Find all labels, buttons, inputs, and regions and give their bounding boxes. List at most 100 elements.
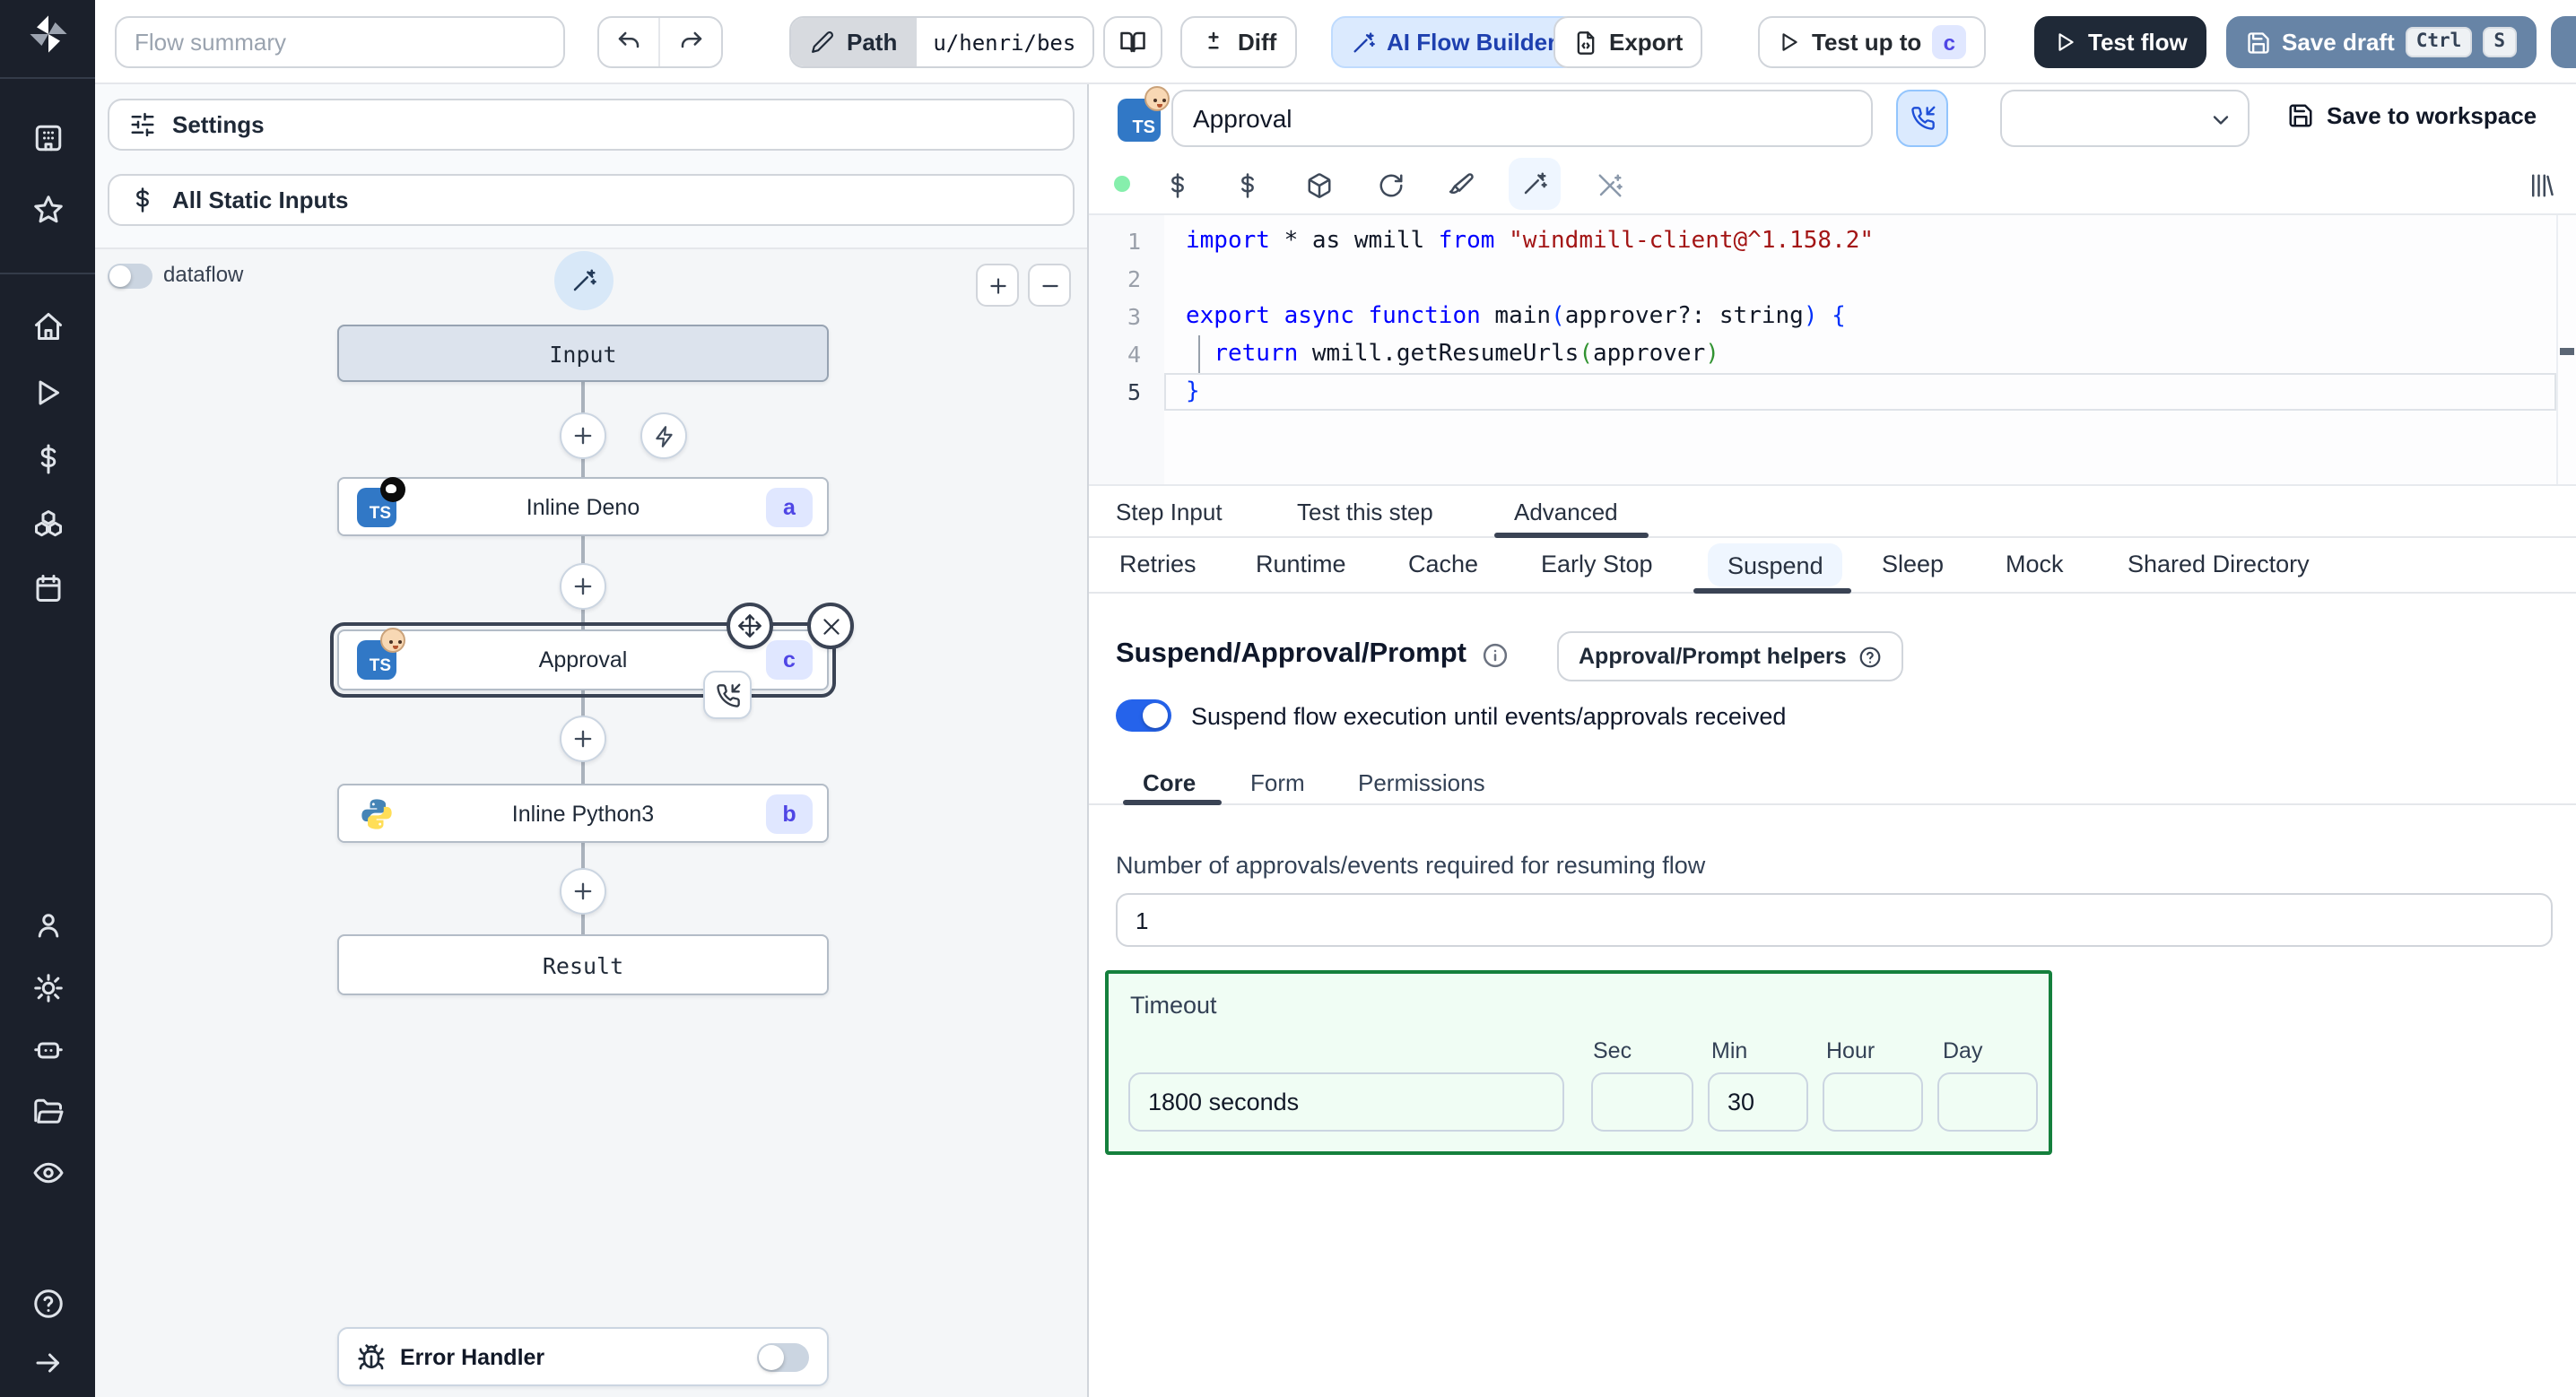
zoom-out-button[interactable] (1028, 264, 1071, 307)
test-up-to-step-badge: c (1932, 25, 1967, 59)
info-icon[interactable] (1481, 641, 1508, 668)
flow-node-result[interactable]: Result (337, 934, 829, 995)
flow-node-inline-deno[interactable]: TS Inline Deno a (337, 476, 829, 536)
timeout-fieldset: Timeout Sec Min Hour Day (1105, 970, 2052, 1155)
tab-permissions[interactable]: Permissions (1358, 769, 1485, 796)
ai-graph-wand-button[interactable] (554, 251, 614, 310)
ai-flow-builder-button[interactable]: AI Flow Builder (1331, 16, 1577, 68)
save-to-workspace-button[interactable]: Save to workspace (2287, 102, 2537, 129)
code-line[interactable]: 2 (1089, 260, 2556, 298)
timeout-sec-input[interactable] (1591, 1072, 1693, 1132)
all-static-inputs-button[interactable]: All Static Inputs (108, 174, 1075, 226)
deploy-button-partial[interactable] (2551, 16, 2576, 68)
tab-form[interactable]: Form (1250, 769, 1305, 796)
code-editor[interactable]: 1 import * as wmill from "windmill-client… (1089, 213, 2576, 486)
error-handler-row[interactable]: Error Handler (337, 1327, 829, 1386)
add-step-button[interactable] (560, 563, 606, 610)
step-name-input[interactable] (1171, 90, 1873, 147)
sidebar-item-audit-logs[interactable] (0, 1146, 95, 1200)
sidebar-item-workspace[interactable] (0, 111, 95, 165)
approval-step-toggle-button[interactable] (1896, 90, 1948, 147)
tab-test-this-step[interactable]: Test this step (1297, 499, 1433, 525)
active-tab-underline (1693, 587, 1851, 594)
dataflow-toggle[interactable] (108, 264, 152, 289)
tab-advanced[interactable]: Advanced (1514, 499, 1618, 525)
flow-summary-input[interactable] (115, 16, 565, 68)
timeout-day-input[interactable] (1937, 1072, 2038, 1132)
ai-disable-button[interactable] (1584, 160, 1634, 210)
tab-suspend[interactable]: Suspend (1708, 543, 1843, 586)
sidebar-item-favorites[interactable] (0, 183, 95, 237)
sidebar-item-workers[interactable] (0, 1022, 95, 1076)
reload-button[interactable] (1365, 160, 1415, 210)
tab-mock[interactable]: Mock (2006, 551, 2064, 577)
docs-button[interactable] (1103, 16, 1162, 68)
variable-picker-button[interactable] (1152, 160, 1202, 210)
sidebar-item-folders[interactable] (0, 1085, 95, 1139)
sidebar-item-runs[interactable] (0, 366, 95, 420)
tab-runtime[interactable]: Runtime (1256, 551, 1346, 577)
book-open-icon (1119, 29, 1146, 56)
redo-button[interactable] (660, 18, 721, 66)
tab-sleep[interactable]: Sleep (1882, 551, 1944, 577)
code-line[interactable]: 3 export async function main(approver?: s… (1089, 298, 2556, 335)
flow-node-approval-selected[interactable]: TS Approval c (330, 603, 854, 719)
tab-shared-directory[interactable]: Shared Directory (2128, 551, 2310, 577)
sidebar-item-users[interactable] (0, 898, 95, 952)
test-flow-button[interactable]: Test flow (2034, 16, 2207, 68)
flow-settings-label: Settings (172, 111, 265, 138)
rotate-cw-icon (1377, 171, 1404, 198)
diff-button[interactable]: Diff (1180, 16, 1297, 68)
sidebar-item-help[interactable] (0, 1277, 95, 1331)
sidebar-item-home[interactable] (0, 299, 95, 353)
add-step-button[interactable] (560, 868, 606, 915)
undo-button[interactable] (599, 18, 661, 66)
flow-settings-button[interactable]: Settings (108, 99, 1075, 151)
sidebar-expand-button[interactable] (0, 1336, 95, 1390)
approval-step-indicator[interactable] (703, 671, 752, 719)
tab-early-stop[interactable]: Early Stop (1541, 551, 1653, 577)
export-button[interactable]: Export (1553, 16, 1703, 68)
add-step-button[interactable] (560, 716, 606, 762)
path-button[interactable]: Path u/henri/bes (789, 16, 1094, 68)
home-icon (31, 310, 64, 343)
step-template-select[interactable] (2000, 90, 2250, 147)
timeout-hour-input[interactable] (1823, 1072, 1923, 1132)
test-up-to-button[interactable]: Test up to c (1758, 16, 1987, 68)
ai-assistant-button[interactable] (1509, 158, 1561, 210)
format-code-button[interactable] (1435, 160, 1485, 210)
code-line[interactable]: 4 return wmill.getResumeUrls(approver) (1089, 335, 2556, 373)
code-line[interactable]: 5} (1089, 373, 2556, 411)
error-handler-toggle[interactable] (757, 1343, 809, 1372)
sidebar-item-resources[interactable] (0, 497, 95, 551)
flow-node-inline-python[interactable]: Inline Python3 b (337, 784, 829, 843)
save-draft-button[interactable]: Save draft Ctrl S (2226, 16, 2536, 68)
windmill-logo[interactable] (0, 7, 95, 61)
timeout-display-field[interactable] (1128, 1072, 1564, 1132)
zoom-in-button[interactable] (976, 264, 1019, 307)
add-trigger-button[interactable] (640, 412, 687, 459)
sidebar-item-variables[interactable] (0, 432, 95, 486)
tab-core[interactable]: Core (1143, 769, 1196, 796)
timeout-min-input[interactable] (1708, 1072, 1808, 1132)
tab-retries[interactable]: Retries (1119, 551, 1197, 577)
node-label: Inline Python3 (511, 801, 655, 826)
delete-step-button[interactable] (807, 603, 854, 649)
suspend-title: Suspend/Approval/Prompt (1116, 638, 1466, 669)
approvals-count-input[interactable] (1116, 893, 2553, 947)
tab-step-input[interactable]: Step Input (1116, 499, 1223, 525)
editor-overview-ruler (2556, 215, 2576, 484)
sidebar-item-settings[interactable] (0, 961, 95, 1015)
suspend-toggle[interactable] (1116, 699, 1171, 732)
sidebar-item-schedules[interactable] (0, 561, 95, 615)
undo-redo-group (597, 16, 723, 68)
dependencies-button[interactable] (1293, 160, 1344, 210)
approval-prompt-helpers-button[interactable]: Approval/Prompt helpers (1557, 631, 1904, 681)
add-step-button[interactable] (560, 412, 606, 459)
move-step-button[interactable] (727, 603, 773, 649)
flow-node-input[interactable]: Input (337, 325, 829, 382)
resource-picker-button[interactable] (1222, 160, 1272, 210)
library-button[interactable] (2515, 160, 2565, 210)
tab-cache[interactable]: Cache (1408, 551, 1478, 577)
code-line[interactable]: 1 import * as wmill from "windmill-client… (1089, 222, 2556, 260)
